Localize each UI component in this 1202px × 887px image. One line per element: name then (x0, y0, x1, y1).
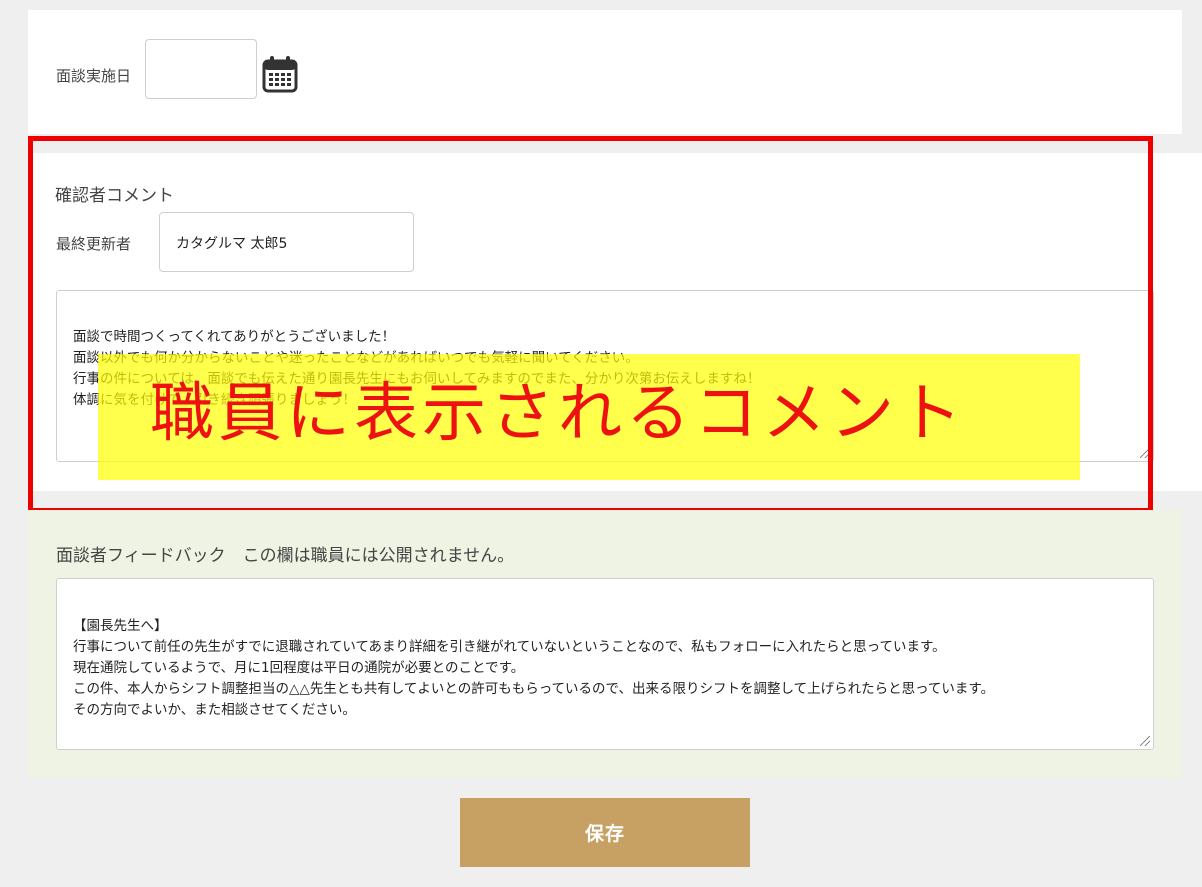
calendar-icon[interactable] (262, 55, 298, 93)
last-updater-field[interactable]: カタグルマ 太郎5 (159, 212, 414, 272)
save-button[interactable]: 保存 (460, 798, 750, 867)
reviewer-comment-title: 確認者コメント (55, 186, 174, 206)
interviewer-feedback-title: 面談者フィードバック この欄は職員には公開されません。 (56, 546, 515, 566)
last-updater-label: 最終更新者 (56, 235, 132, 253)
interview-date-label: 面談実施日 (56, 67, 132, 85)
interviewer-feedback-panel: 面談者フィードバック この欄は職員には公開されません。 【園長先生へ】 行事につ… (28, 510, 1182, 778)
annotation-highlight: 職員に表示されるコメント (98, 354, 1080, 480)
interviewer-feedback-textarea[interactable]: 【園長先生へ】 行事について前任の先生がすでに退職されていてあまり詳細を引き継が… (56, 578, 1154, 750)
resize-grip[interactable] (1140, 736, 1150, 746)
interview-date-input[interactable] (145, 39, 257, 99)
resize-grip[interactable] (1140, 448, 1150, 458)
interview-date-panel: 面談実施日 (28, 10, 1182, 134)
interviewer-feedback-text: 【園長先生へ】 行事について前任の先生がすでに退職されていてあまり詳細を引き継が… (73, 618, 995, 718)
